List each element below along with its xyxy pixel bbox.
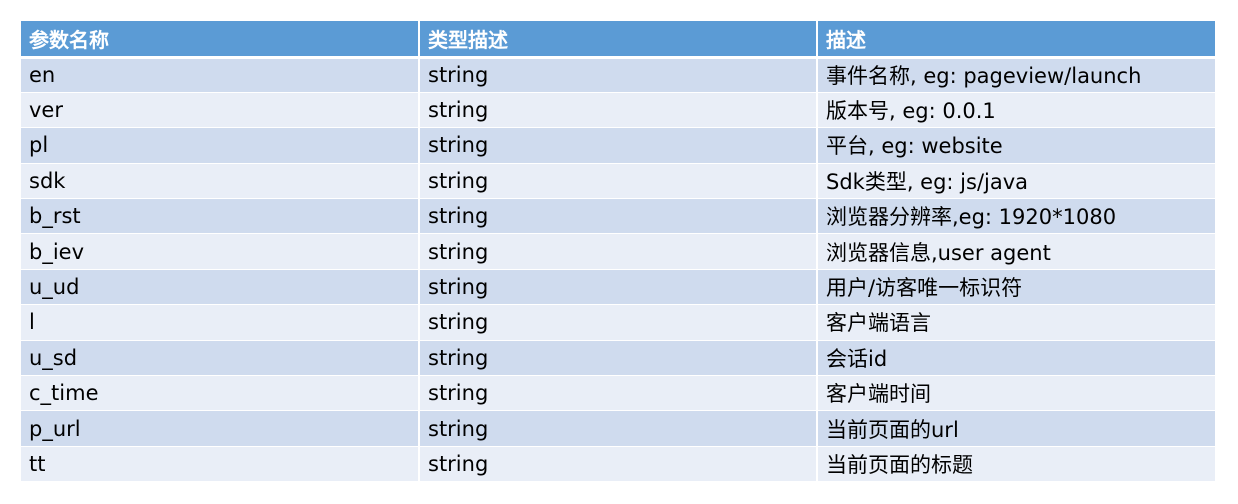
param-description-cell: 客户端时间	[817, 375, 1215, 412]
table-row: l string 客户端语言	[21, 304, 1215, 341]
param-type-cell: string	[419, 410, 818, 447]
header-row: 参数名称 类型描述 描述	[21, 21, 1215, 59]
header-param-name: 参数名称	[21, 21, 420, 59]
param-name-cell: l	[21, 304, 420, 341]
param-type-cell: string	[419, 233, 818, 270]
table-row: en string 事件名称, eg: pageview/launch	[21, 57, 1215, 93]
param-description-cell: 用户/访客唯一标识符	[817, 269, 1215, 306]
param-name-cell: c_time	[21, 375, 420, 412]
header-type-description: 类型描述	[419, 21, 818, 59]
param-description-cell: 会话id	[817, 340, 1215, 377]
param-description-cell: 事件名称, eg: pageview/launch	[817, 57, 1215, 93]
param-name-cell: tt	[21, 446, 420, 483]
param-name-cell: u_sd	[21, 340, 420, 377]
param-description-cell: 版本号, eg: 0.0.1	[817, 92, 1215, 129]
param-description-cell: Sdk类型, eg: js/java	[817, 163, 1215, 200]
param-name-cell: u_ud	[21, 269, 420, 306]
table-row: b_iev string 浏览器信息,user agent	[21, 233, 1215, 270]
param-type-cell: string	[419, 127, 818, 164]
param-name-cell: pl	[21, 127, 420, 164]
table-row: sdk string Sdk类型, eg: js/java	[21, 163, 1215, 200]
param-type-cell: string	[419, 340, 818, 377]
param-name-cell: sdk	[21, 163, 420, 200]
param-type-cell: string	[419, 375, 818, 412]
param-name-cell: en	[21, 57, 420, 93]
table-row: u_ud string 用户/访客唯一标识符	[21, 269, 1215, 306]
parameter-table: 参数名称 类型描述 描述 en string 事件名称, eg: pagevie…	[21, 21, 1215, 483]
table-row: c_time string 客户端时间	[21, 375, 1215, 412]
param-type-cell: string	[419, 269, 818, 306]
param-description-cell: 当前页面的标题	[817, 446, 1215, 483]
param-description-cell: 浏览器信息,user agent	[817, 233, 1215, 270]
table-row: b_rst string 浏览器分辨率,eg: 1920*1080	[21, 198, 1215, 235]
param-type-cell: string	[419, 92, 818, 129]
param-name-cell: b_rst	[21, 198, 420, 235]
table-row: p_url string 当前页面的url	[21, 410, 1215, 447]
table-row: u_sd string 会话id	[21, 340, 1215, 377]
param-type-cell: string	[419, 163, 818, 200]
param-type-cell: string	[419, 57, 818, 93]
param-description-cell: 客户端语言	[817, 304, 1215, 341]
param-name-cell: b_iev	[21, 233, 420, 270]
header-description: 描述	[817, 21, 1215, 59]
param-type-cell: string	[419, 304, 818, 341]
param-description-cell: 平台, eg: website	[817, 127, 1215, 164]
param-name-cell: ver	[21, 92, 420, 129]
table-row: pl string 平台, eg: website	[21, 127, 1215, 164]
table-row: tt string 当前页面的标题	[21, 446, 1215, 483]
param-description-cell: 当前页面的url	[817, 410, 1215, 447]
param-type-cell: string	[419, 198, 818, 235]
param-description-cell: 浏览器分辨率,eg: 1920*1080	[817, 198, 1215, 235]
param-name-cell: p_url	[21, 410, 420, 447]
table-row: ver string 版本号, eg: 0.0.1	[21, 92, 1215, 129]
param-type-cell: string	[419, 446, 818, 483]
